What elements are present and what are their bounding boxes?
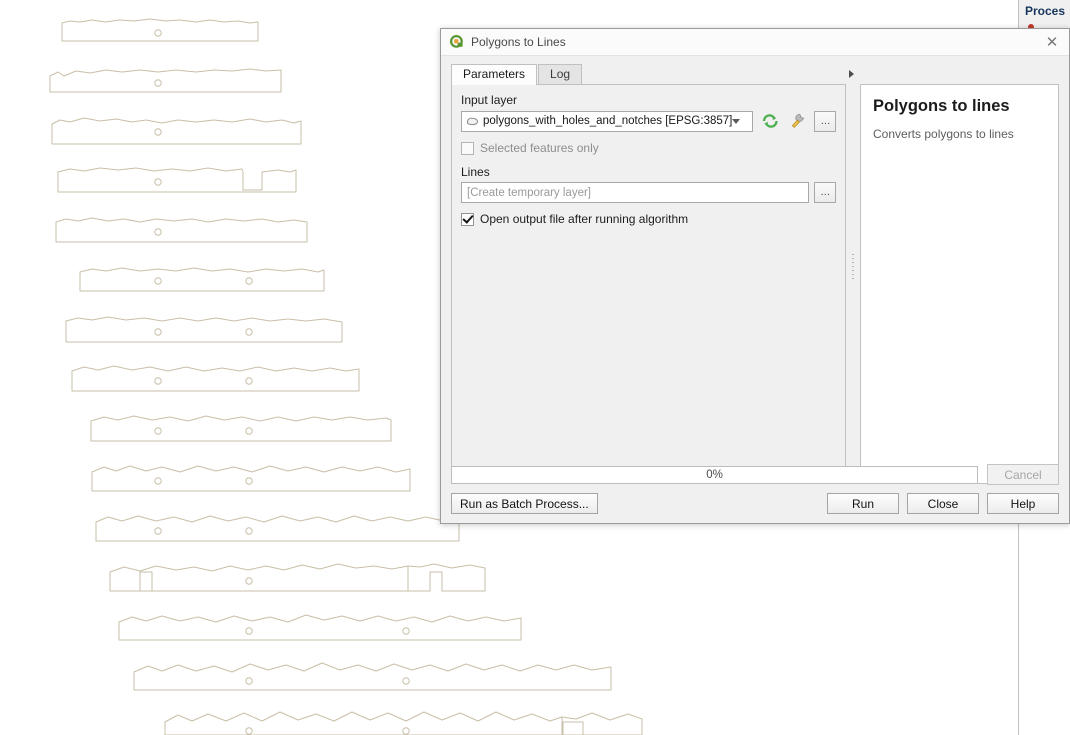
polygon-feature	[118, 614, 522, 641]
panel-splitter[interactable]	[846, 64, 860, 484]
polygon-hole	[245, 727, 253, 735]
polygon-notch	[562, 721, 584, 735]
processing-toolbox-title: Proces	[1025, 4, 1066, 18]
polygon-hole	[245, 677, 253, 685]
open-output-label: Open output file after running algorithm	[480, 212, 689, 226]
cancel-button[interactable]: Cancel	[987, 464, 1059, 485]
polygon-feature	[90, 415, 392, 442]
help-button[interactable]: Help	[987, 493, 1059, 514]
input-layer-label: Input layer	[461, 93, 518, 107]
polygon-feature	[407, 563, 486, 592]
primary-buttons: Run Close Help	[827, 493, 1059, 514]
polygon-hole	[245, 477, 253, 485]
dialog-buttons-row: Run as Batch Process... Run Close Help	[451, 493, 1059, 514]
polygon-hole	[154, 178, 162, 186]
polygon-hole	[154, 328, 162, 336]
polygon-layer-icon	[466, 116, 479, 127]
polygon-hole	[154, 128, 162, 136]
polygon-feature	[71, 365, 360, 392]
iterate-over-features-icon[interactable]	[759, 110, 781, 132]
polygon-hole	[154, 427, 162, 435]
polygon-hole	[154, 377, 162, 385]
tab-log[interactable]: Log	[538, 64, 583, 84]
input-layer-combo[interactable]: polygons_with_holes_and_notches [EPSG:38…	[461, 110, 754, 132]
collapse-arrow-icon[interactable]	[849, 70, 854, 78]
polygon-feature	[55, 217, 308, 243]
output-lines-label: Lines	[461, 165, 490, 179]
input-layer-value: polygons_with_holes_and_notches [EPSG:38…	[483, 115, 733, 127]
output-lines-input[interactable]: [Create temporary layer]	[461, 182, 809, 203]
wrench-icon[interactable]	[787, 110, 809, 132]
dialog-body: Parameters Log Input layer polygons_with…	[441, 56, 1069, 523]
polygon-hole	[245, 577, 253, 585]
open-output-row[interactable]: Open output file after running algorithm	[461, 212, 836, 226]
polygons-to-lines-dialog: Polygons to Lines ✕ Parameters Log Input…	[440, 28, 1070, 524]
output-lines-row: [Create temporary layer] …	[461, 182, 836, 203]
polygon-hole	[402, 677, 410, 685]
dialog-title: Polygons to Lines	[471, 35, 566, 49]
splitter-grip[interactable]	[852, 254, 854, 282]
qgis-logo-icon	[450, 35, 464, 49]
progress-row: 0% Cancel	[451, 464, 1059, 485]
polygon-feature	[79, 267, 325, 292]
dialog-tabs[interactable]: Parameters Log	[451, 64, 846, 85]
polygon-hole	[402, 627, 410, 635]
parameters-pane: Input layer polygons_with_holes_and_notc…	[451, 84, 846, 484]
parameters-column: Parameters Log Input layer polygons_with…	[451, 64, 846, 484]
polygon-hole	[245, 527, 253, 535]
polygon-hole	[245, 377, 253, 385]
help-title: Polygons to lines	[873, 97, 1010, 115]
help-description: Converts polygons to lines	[873, 127, 1014, 142]
polygon-hole	[245, 277, 253, 285]
polygon-feature	[133, 662, 612, 691]
selected-features-only-label: Selected features only	[480, 141, 599, 155]
polygon-feature	[65, 316, 343, 343]
polygon-hole	[154, 277, 162, 285]
polygon-feature	[164, 711, 563, 735]
polygon-hole	[154, 477, 162, 485]
input-layer-more-button[interactable]: …	[814, 110, 836, 132]
polygon-hole	[245, 328, 253, 336]
algorithm-help-pane: Polygons to lines Converts polygons to l…	[860, 84, 1059, 484]
run-button[interactable]: Run	[827, 493, 899, 514]
polygon-hole	[402, 727, 410, 735]
polygon-hole	[154, 527, 162, 535]
qgis-main-window: Proces Polygons to Lines ✕ Parameters Lo…	[0, 0, 1070, 735]
output-lines-placeholder: [Create temporary layer]	[467, 186, 591, 199]
open-output-checkbox[interactable]	[461, 212, 474, 226]
close-icon[interactable]: ✕	[1041, 32, 1063, 52]
output-lines-browse-button[interactable]: …	[814, 182, 836, 203]
polygon-feature	[57, 167, 297, 193]
input-layer-row: polygons_with_holes_and_notches [EPSG:38…	[461, 110, 836, 132]
polygon-hole	[154, 228, 162, 236]
tab-parameters[interactable]: Parameters	[451, 64, 538, 85]
polygon-hole	[245, 427, 253, 435]
selected-features-only-row[interactable]: Selected features only	[461, 141, 836, 155]
polygon-hole	[245, 627, 253, 635]
run-as-batch-button[interactable]: Run as Batch Process...	[451, 493, 598, 514]
dialog-titlebar[interactable]: Polygons to Lines ✕	[441, 29, 1069, 56]
chevron-down-icon[interactable]	[732, 118, 741, 124]
polygon-feature	[51, 117, 302, 145]
polygon-hole	[154, 29, 162, 37]
dialog-columns: Parameters Log Input layer polygons_with…	[451, 64, 1059, 484]
polygon-hole	[154, 79, 162, 87]
polygon-feature	[95, 515, 460, 542]
help-column: Polygons to lines Converts polygons to l…	[860, 64, 1059, 484]
selected-features-only-checkbox[interactable]	[461, 141, 474, 155]
close-button[interactable]: Close	[907, 493, 979, 514]
dialog-bottom-bar: 0% Cancel Run as Batch Process... Run Cl…	[451, 457, 1059, 523]
progress-bar: 0%	[451, 465, 978, 484]
polygon-feature	[109, 563, 409, 592]
polygon-feature	[49, 68, 282, 93]
